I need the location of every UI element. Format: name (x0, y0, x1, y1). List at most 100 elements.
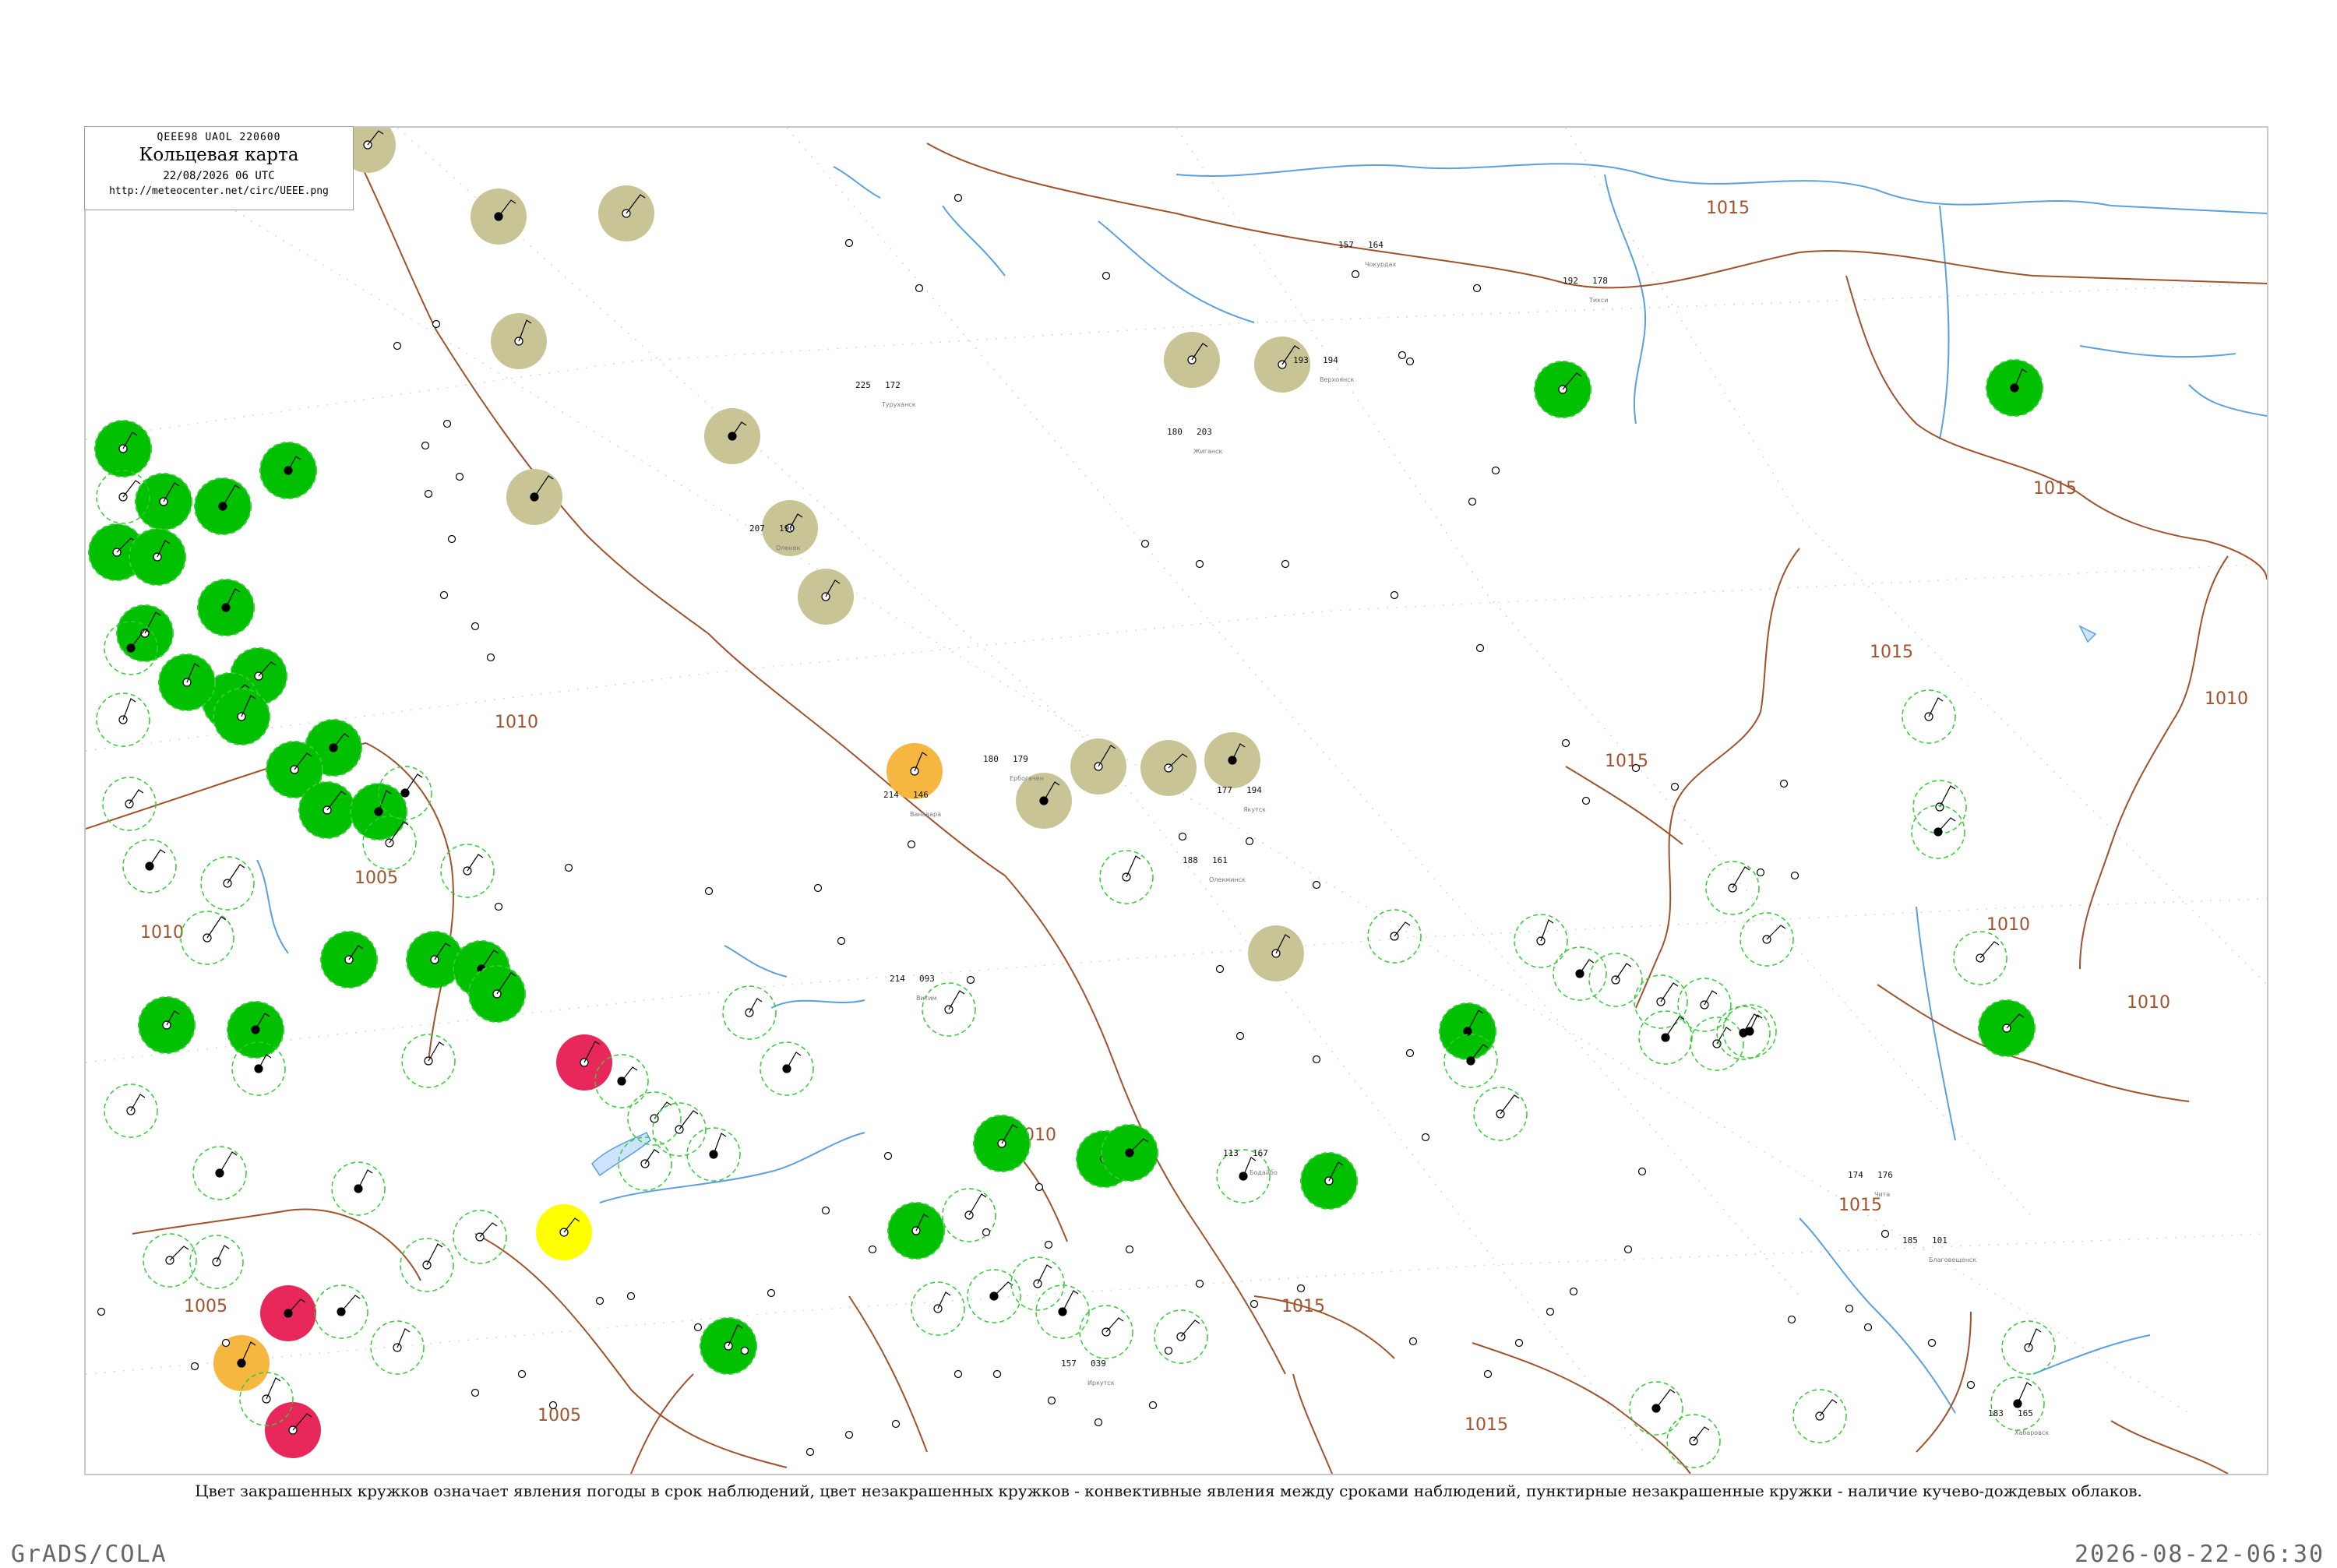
station-dot[interactable] (953, 1369, 963, 1379)
station-dot[interactable] (1483, 1369, 1493, 1379)
station-dot[interactable] (1245, 837, 1254, 846)
station-dot[interactable] (548, 1401, 558, 1410)
station-marker[interactable] (143, 1233, 197, 1288)
station-marker[interactable] (197, 579, 255, 636)
station-dot[interactable] (1044, 1240, 1053, 1249)
station-dot[interactable] (1966, 1380, 1976, 1390)
station-dot[interactable] (517, 1369, 527, 1379)
named-station[interactable]: 174 176 Чита (1848, 1170, 1893, 1198)
station-dot[interactable] (595, 1296, 605, 1305)
station-dot[interactable] (1491, 466, 1500, 475)
station-marker[interactable] (453, 1210, 507, 1264)
station-marker[interactable] (370, 1320, 425, 1375)
named-station[interactable]: 157 039 Иркутск (1061, 1358, 1115, 1387)
station-marker[interactable] (1722, 1004, 1777, 1059)
station-dot[interactable] (1164, 1346, 1173, 1355)
station-marker[interactable] (1978, 999, 2036, 1057)
station-dot[interactable] (1250, 1299, 1259, 1309)
station-dot[interactable] (447, 534, 456, 544)
station-marker[interactable] (1204, 732, 1260, 788)
station-marker[interactable] (973, 1115, 1031, 1172)
station-dot[interactable] (1408, 1337, 1418, 1346)
station-marker[interactable] (1154, 1309, 1208, 1364)
station-dot[interactable] (1472, 284, 1482, 293)
station-dot[interactable] (982, 1228, 991, 1237)
station-dot[interactable] (891, 1419, 901, 1429)
station-marker[interactable] (1629, 1381, 1683, 1436)
station-dot[interactable] (439, 590, 449, 600)
station-marker[interactable] (213, 1335, 270, 1391)
station-marker[interactable] (1534, 361, 1591, 418)
station-marker[interactable] (922, 982, 976, 1037)
station-marker[interactable] (400, 1238, 454, 1292)
named-station[interactable]: 180 203 Жиганск (1167, 427, 1223, 455)
station-marker[interactable] (686, 1127, 741, 1182)
station-marker[interactable] (1986, 359, 2043, 417)
station-marker[interactable] (1514, 914, 1568, 968)
station-dot[interactable] (693, 1323, 703, 1332)
station-dot[interactable] (1235, 1031, 1245, 1041)
station-dot[interactable] (1047, 1396, 1056, 1405)
station-dot[interactable] (907, 840, 916, 849)
station-dot[interactable] (1195, 559, 1204, 569)
station-dot[interactable] (1281, 559, 1290, 569)
station-dot[interactable] (1790, 871, 1799, 880)
station-marker[interactable] (260, 1285, 316, 1341)
named-station[interactable]: 214 093 Витим (890, 974, 937, 1002)
station-dot[interactable] (1351, 270, 1360, 279)
station-marker[interactable] (104, 1084, 158, 1138)
station-dot[interactable] (1927, 1338, 1937, 1348)
station-marker[interactable] (1912, 780, 1967, 834)
station-dot[interactable] (1215, 964, 1225, 974)
station-dot[interactable] (915, 284, 924, 293)
named-station[interactable]: 188 161 Олекминск (1183, 855, 1246, 883)
station-dot[interactable] (821, 1206, 830, 1215)
station-marker[interactable] (440, 844, 495, 898)
station-marker[interactable] (320, 931, 378, 988)
station-marker[interactable] (94, 420, 152, 477)
station-marker[interactable] (1367, 909, 1422, 964)
station-marker[interactable] (1473, 1087, 1528, 1141)
named-station[interactable]: 157 164 Чокурдах (1338, 240, 1396, 268)
station-dot[interactable] (1631, 763, 1641, 773)
station-marker[interactable] (887, 1202, 945, 1260)
station-dot[interactable] (1623, 1245, 1633, 1254)
station-marker[interactable] (1690, 1017, 1744, 1071)
station-dot[interactable] (1178, 832, 1187, 841)
station-dot[interactable] (1421, 1133, 1430, 1142)
station-marker[interactable] (2001, 1320, 2056, 1375)
station-marker[interactable] (1164, 332, 1220, 388)
station-marker[interactable] (1079, 1305, 1133, 1359)
station-dot[interactable] (953, 193, 963, 203)
station-marker[interactable] (556, 1034, 612, 1091)
station-dot[interactable] (471, 622, 480, 631)
station-dot[interactable] (837, 936, 846, 946)
station-marker[interactable] (1990, 1376, 2045, 1431)
station-marker[interactable] (96, 692, 150, 747)
station-marker[interactable] (471, 189, 527, 245)
station-dot[interactable] (1312, 1055, 1321, 1064)
station-marker[interactable] (491, 313, 547, 369)
named-station[interactable]: 183 165 Хабаровск (1988, 1408, 2049, 1436)
station-dot[interactable] (97, 1307, 106, 1316)
station-marker[interactable] (798, 569, 854, 625)
station-dot[interactable] (1670, 782, 1680, 791)
named-station[interactable]: 225 172 Туруханск (855, 380, 916, 408)
station-marker[interactable] (1911, 805, 1965, 859)
station-marker[interactable] (1705, 861, 1760, 915)
station-dot[interactable] (1405, 1048, 1415, 1058)
station-marker[interactable] (102, 777, 157, 831)
station-dot[interactable] (442, 419, 452, 428)
station-marker[interactable] (468, 965, 526, 1023)
station-dot[interactable] (494, 902, 503, 911)
station-dot[interactable] (844, 1430, 854, 1439)
station-marker[interactable] (200, 856, 255, 911)
station-marker[interactable] (401, 1034, 456, 1088)
station-marker[interactable] (1953, 931, 2007, 985)
station-dot[interactable] (432, 319, 441, 329)
station-dot[interactable] (1035, 1182, 1044, 1192)
station-dot[interactable] (1140, 539, 1150, 548)
station-marker[interactable] (1070, 738, 1126, 795)
station-dot[interactable] (1756, 868, 1765, 877)
station-marker[interactable] (1010, 1256, 1065, 1311)
